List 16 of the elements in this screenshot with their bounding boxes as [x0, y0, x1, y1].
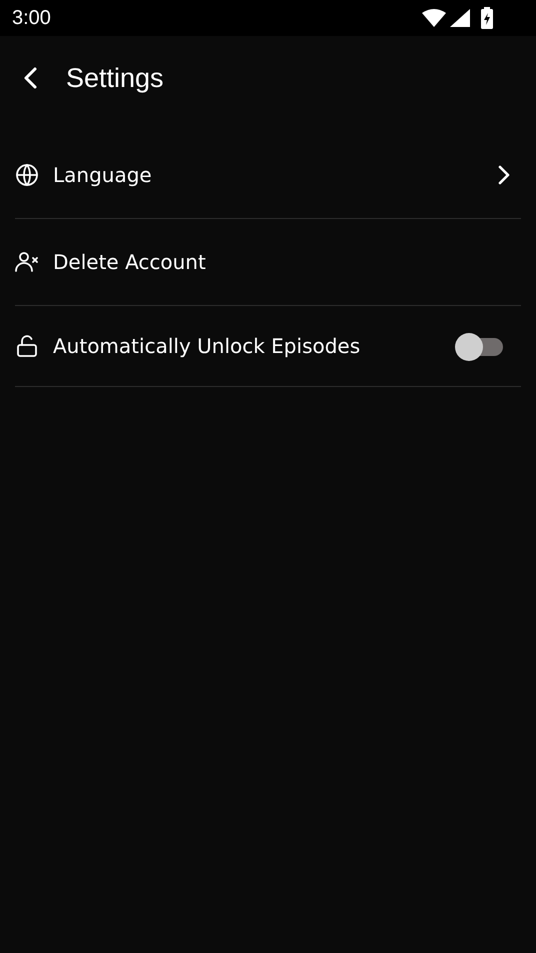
unlock-icon: [15, 334, 39, 358]
settings-row[interactable]: Language: [15, 132, 521, 219]
battery-icon: [480, 7, 494, 29]
setting-label: Language: [53, 162, 153, 189]
clock: 3:00: [12, 6, 51, 31]
chevron-right-icon: [497, 164, 511, 186]
settings-row[interactable]: Delete Account: [15, 219, 521, 306]
setting-label: Automatically Unlock Episodes: [53, 333, 362, 360]
globe-icon: [15, 163, 39, 187]
signal-icon: [450, 9, 470, 27]
settings-row[interactable]: Automatically Unlock Episodes: [15, 306, 521, 387]
toggle-switch[interactable]: [455, 334, 505, 358]
wifi-icon: [422, 9, 446, 27]
setting-label: Delete Account: [53, 249, 207, 276]
person-x-icon: [15, 250, 39, 274]
page-title: Settings: [66, 62, 164, 95]
